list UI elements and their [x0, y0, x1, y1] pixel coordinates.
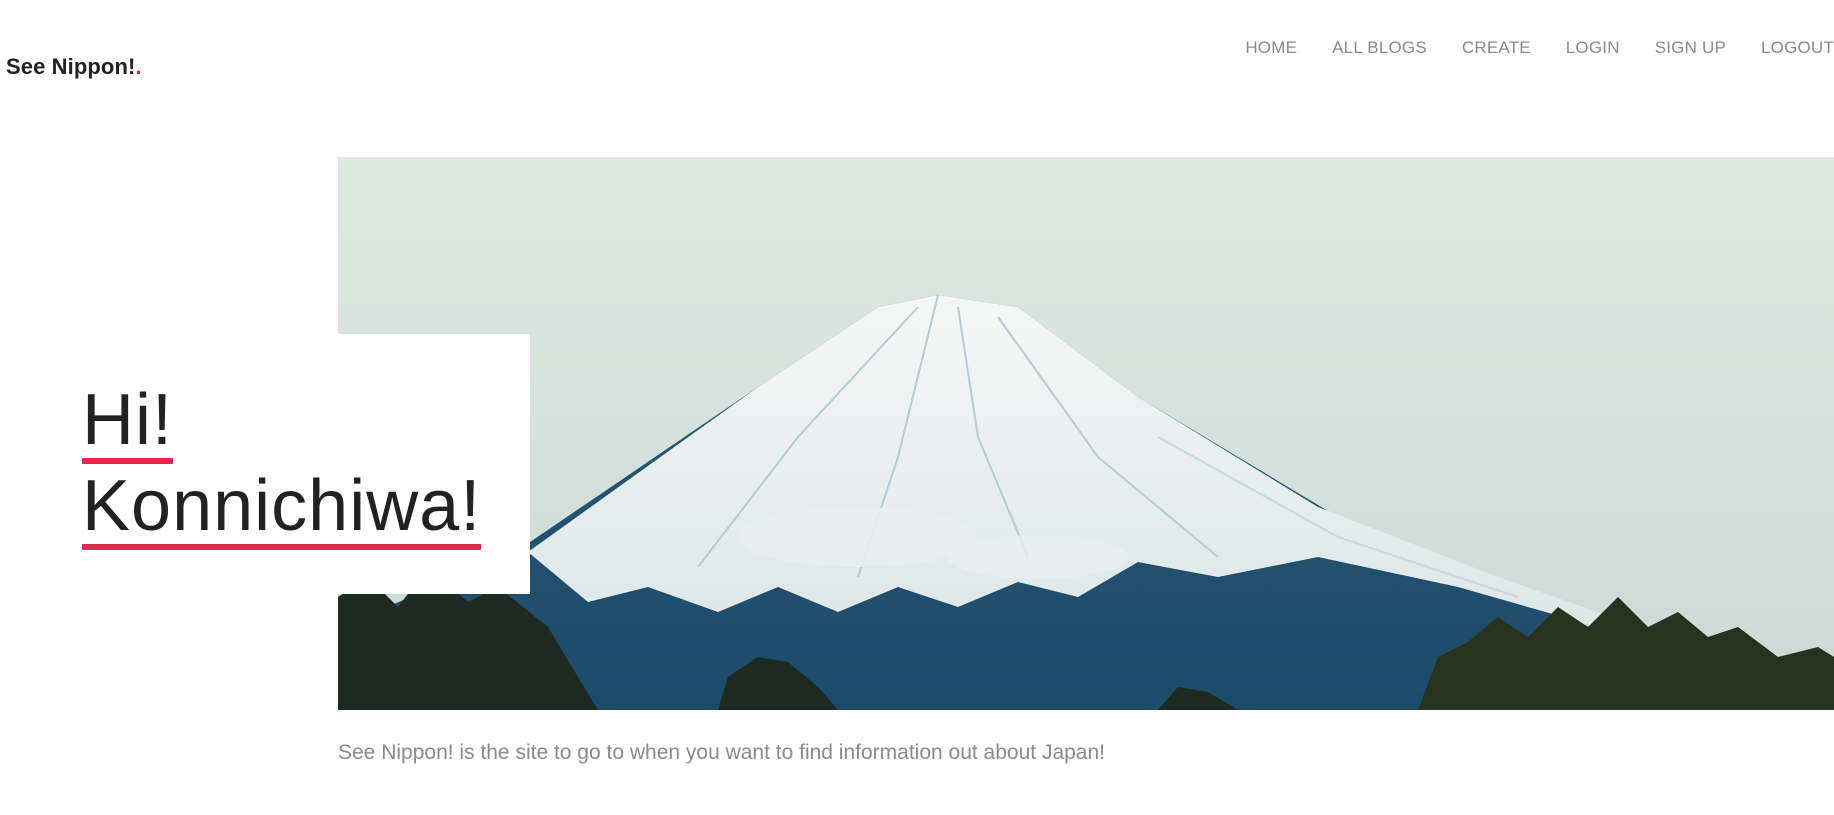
hero-mountain-image	[338, 157, 1834, 710]
nav-all-blogs-link[interactable]: ALL BLOGS	[1332, 38, 1427, 58]
hero-heading-line-1: Hi!	[82, 384, 173, 464]
nav-logout-link[interactable]: LOGOUT	[1761, 38, 1834, 58]
hero-heading: Hi! Konnichiwa!	[82, 378, 482, 550]
page: See Nippon!. HOME ALL BLOGS CREATE LOGIN…	[0, 0, 1834, 815]
nav-sign-up-link[interactable]: SIGN UP	[1655, 38, 1726, 58]
site-logo[interactable]: See Nippon!.	[6, 54, 142, 80]
nav-home-link[interactable]: HOME	[1245, 38, 1297, 58]
nav-create-link[interactable]: CREATE	[1462, 38, 1531, 58]
nav-login-link[interactable]: LOGIN	[1566, 38, 1620, 58]
logo-dot: .	[135, 54, 142, 79]
mountain-illustration	[338, 157, 1834, 710]
logo-text: See Nippon!	[6, 54, 136, 79]
main-nav: HOME ALL BLOGS CREATE LOGIN SIGN UP LOGO…	[1210, 38, 1834, 58]
intro-text: See Nippon! is the site to go to when yo…	[338, 741, 1105, 764]
hero-heading-line-2: Konnichiwa!	[82, 470, 482, 550]
